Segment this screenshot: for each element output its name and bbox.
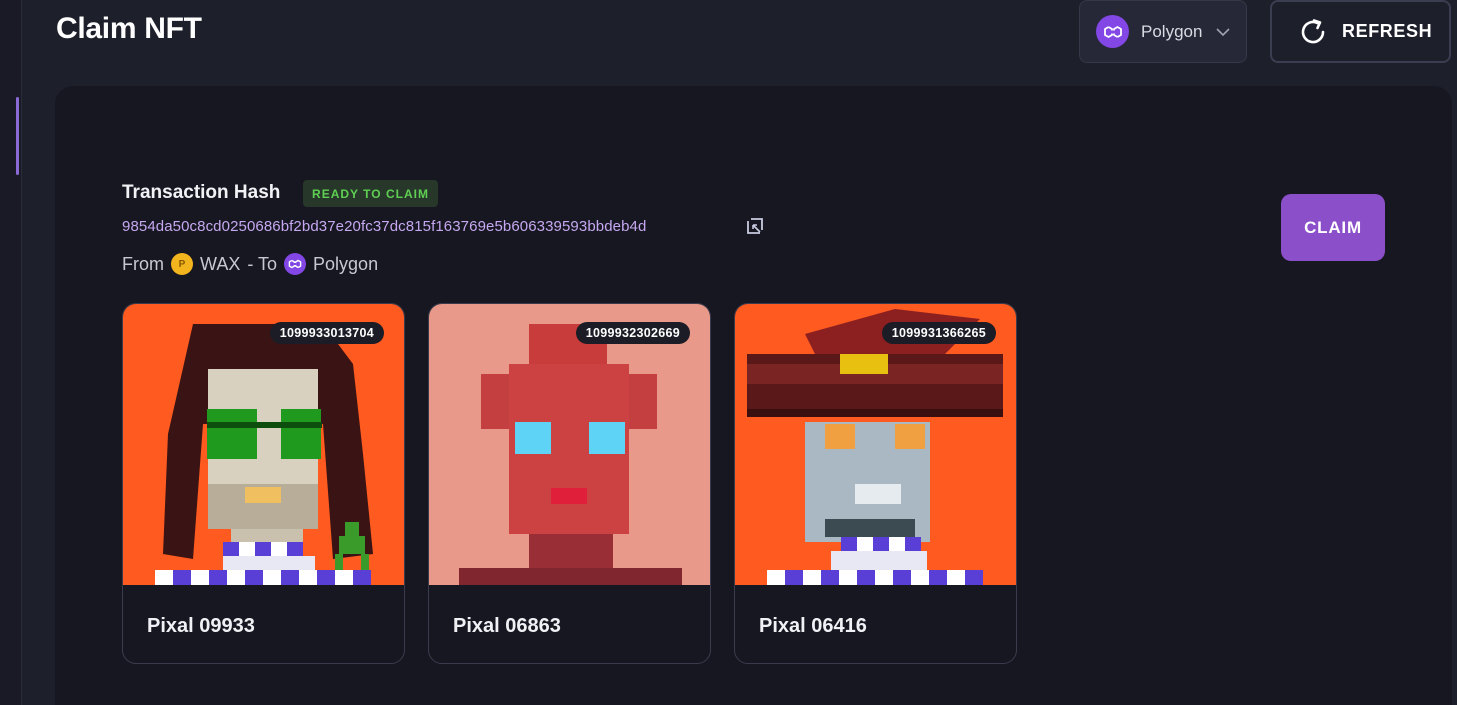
nft-image xyxy=(123,304,404,585)
sidebar xyxy=(0,0,22,705)
nft-id-badge: 1099931366265 xyxy=(881,322,996,344)
polygon-icon xyxy=(284,253,307,275)
polygon-icon xyxy=(1096,15,1129,48)
nft-id-badge: 1099932302669 xyxy=(575,322,690,344)
network-select[interactable]: Polygon xyxy=(1079,0,1247,63)
transaction-hash-value[interactable]: 9854da50c8cd0250686bf2bd37e20fc37dc815f1… xyxy=(122,218,646,235)
copy-icon[interactable] xyxy=(745,217,765,237)
nft-image xyxy=(429,304,710,585)
app-root: Claim NFT Polygon REFRESH Transaction Ha… xyxy=(0,0,1457,705)
nft-image xyxy=(735,304,1016,585)
nft-id-badge: 1099933013704 xyxy=(269,322,384,344)
route-from-label: From xyxy=(122,253,164,274)
refresh-label: REFRESH xyxy=(1342,21,1433,41)
nft-card[interactable]: 1099932302669 Pixal 06863 xyxy=(428,303,711,664)
route-to-chain: Polygon xyxy=(313,253,379,274)
network-select-value: Polygon xyxy=(1141,21,1203,41)
nft-name: Pixal 06416 xyxy=(759,615,867,637)
refresh-icon xyxy=(1298,17,1328,47)
nft-card[interactable]: 1099933013704 Pixal 09933 xyxy=(122,303,405,664)
page-title: Claim NFT xyxy=(56,12,202,45)
claim-button[interactable]: CLAIM xyxy=(1281,194,1385,261)
nft-name: Pixal 06863 xyxy=(453,615,561,637)
nft-card[interactable]: 1099931366265 Pixal 06416 xyxy=(734,303,1017,664)
status-badge: READY TO CLAIM xyxy=(303,180,438,207)
chevron-down-icon xyxy=(1216,27,1231,37)
transaction-hash-title: Transaction Hash xyxy=(122,182,281,203)
route-from-chain: WAX xyxy=(200,253,241,274)
wax-icon: P xyxy=(171,253,193,275)
route-separator: - To xyxy=(247,253,278,274)
sidebar-active-indicator xyxy=(16,97,19,175)
refresh-button[interactable]: REFRESH xyxy=(1270,0,1451,63)
transfer-route: From P WAX - To Polygon xyxy=(122,253,378,275)
nft-name: Pixal 09933 xyxy=(147,615,255,637)
